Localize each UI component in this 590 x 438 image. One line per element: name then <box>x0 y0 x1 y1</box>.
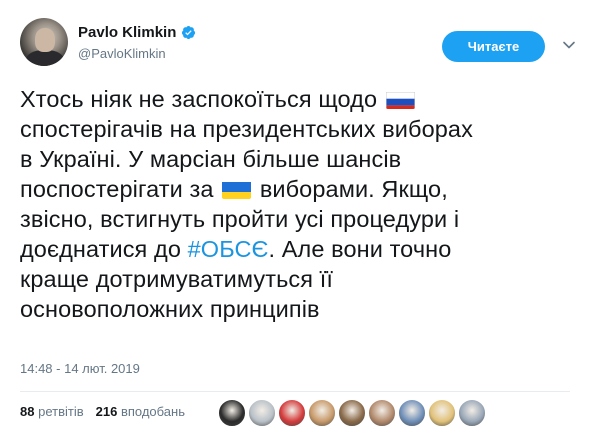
russian-flag-emoji-icon <box>385 89 415 109</box>
chevron-down-icon[interactable] <box>562 38 576 52</box>
hashtag-link[interactable]: #ОБСЄ <box>188 236 269 262</box>
verified-badge-icon <box>182 25 196 40</box>
retweets-label: ретвітів <box>38 404 84 419</box>
liker-avatars <box>218 399 486 427</box>
ukrainian-flag-emoji-icon <box>222 179 252 199</box>
tweet-line: основоположних принципів <box>20 296 320 322</box>
liker-avatar[interactable] <box>308 399 336 427</box>
tweet-line: поспостерігати за виборами. Якщо, <box>20 176 448 202</box>
author-name-row[interactable]: Pavlo Klimkin <box>78 24 196 41</box>
tweet-line: краще дотримуватимуться її <box>20 266 333 292</box>
liker-avatar[interactable] <box>248 399 276 427</box>
liker-avatar[interactable] <box>278 399 306 427</box>
tweet-text: Хтось ніяк не заспокоїться щодо спостері… <box>20 84 575 324</box>
author-handle[interactable]: @PavloKlimkin <box>78 46 166 61</box>
tweet-stats: 88 ретвітів 216 вподобань <box>20 404 185 419</box>
liker-avatar[interactable] <box>218 399 246 427</box>
following-button[interactable]: Читаєте <box>442 31 545 62</box>
liker-avatar[interactable] <box>398 399 426 427</box>
tweet-line: в Україні. У марсіан більше шансів <box>20 146 402 172</box>
likes-label: вподобань <box>120 404 185 419</box>
liker-avatar[interactable] <box>428 399 456 427</box>
retweets-count: 88 <box>20 404 35 419</box>
liker-avatar[interactable] <box>368 399 396 427</box>
author-avatar[interactable] <box>20 18 68 66</box>
tweet-line: Хтось ніяк не заспокоїться щодо <box>20 84 575 114</box>
tweet-line: звісно, встигнуть пройти усі процедури і <box>20 206 460 232</box>
liker-avatar[interactable] <box>458 399 486 427</box>
tweet-line: спостерігачів на президентських виборах <box>20 116 473 142</box>
tweet-timestamp[interactable]: 14:48 - 14 лют. 2019 <box>20 361 140 376</box>
likes-stat[interactable]: 216 вподобань <box>96 404 185 419</box>
retweets-stat[interactable]: 88 ретвітів <box>20 404 84 419</box>
avatar-face <box>35 28 55 52</box>
avatar-figure <box>26 50 64 66</box>
tweet-line: доєднатися до #ОБСЄ. Але вони точно <box>20 236 452 262</box>
author-display-name[interactable]: Pavlo Klimkin <box>78 24 176 41</box>
liker-avatar[interactable] <box>338 399 366 427</box>
divider <box>20 391 570 392</box>
likes-count: 216 <box>95 404 118 419</box>
